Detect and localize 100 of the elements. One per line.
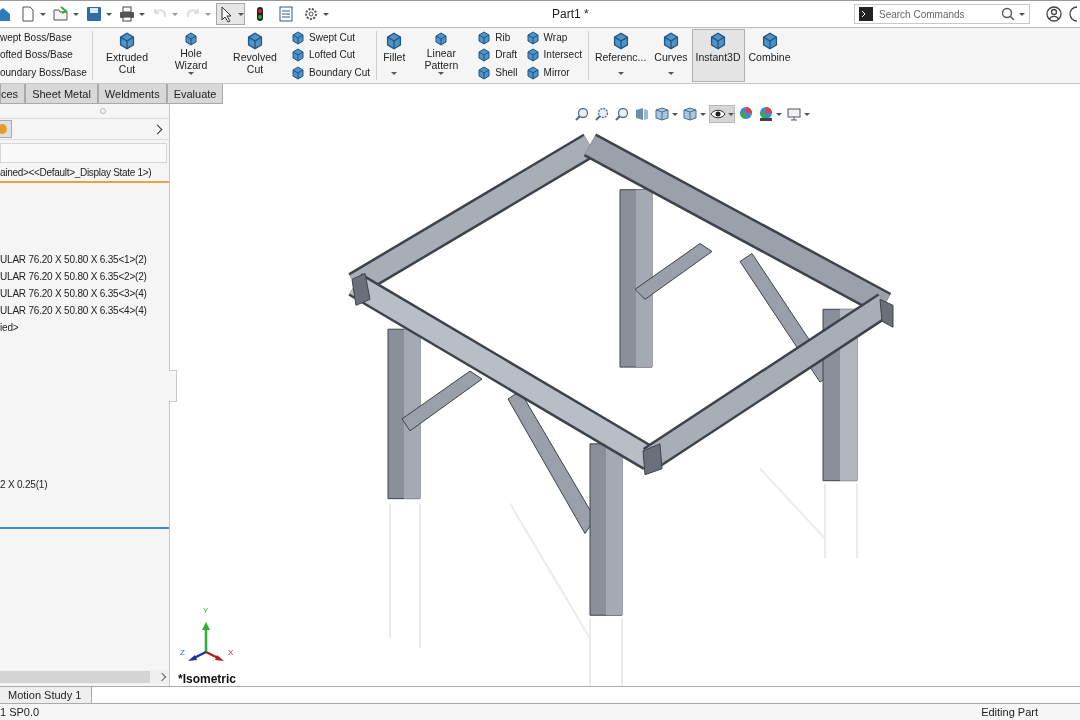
cube-icon (760, 32, 779, 50)
list-icon (277, 5, 295, 23)
cube-icon (477, 66, 492, 81)
settings-icon (302, 5, 320, 23)
tab[interactable]: Sheet Metal (25, 84, 98, 104)
ribbon-command[interactable]: Wrap (525, 29, 582, 46)
ribbon-command[interactable]: Shell (477, 65, 518, 82)
axis-label: Y (203, 606, 209, 615)
tab[interactable]: Evaluate (166, 84, 224, 104)
cube-icon (118, 32, 136, 50)
terminal-icon (859, 7, 873, 21)
caret-icon (804, 112, 810, 116)
caret-icon[interactable] (188, 72, 194, 75)
ribbon-command[interactable]: Instant3D (691, 29, 745, 82)
caret-icon (323, 12, 329, 16)
toolbar-button[interactable] (216, 3, 245, 25)
cube-icon (525, 30, 540, 45)
ribbon-command[interactable]: Extruded Cut (95, 29, 159, 82)
cube-icon (291, 48, 305, 63)
caret-icon (106, 12, 112, 16)
ribbon-command[interactable]: ofted Boss/Base (0, 47, 86, 64)
view-toolbar-button[interactable] (709, 105, 735, 123)
help-icon[interactable] (1069, 6, 1077, 22)
ribbon-command[interactable]: Revolved Cut (223, 29, 287, 82)
window-title: Part1 * (552, 7, 590, 21)
cube-icon (477, 48, 492, 63)
caret-icon (172, 12, 178, 16)
caret-icon[interactable] (667, 72, 674, 75)
tree-item[interactable]: ULAR 76.20 X 50.80 X 6.35<2>(2) (0, 268, 169, 285)
horizontal-scrollbar[interactable] (0, 670, 169, 684)
view-name-label: *Isometric (178, 672, 237, 686)
search-field[interactable]: Search Commands (854, 4, 1030, 24)
status-text: 1 SP0.0 (0, 706, 40, 718)
caret-icon[interactable] (617, 72, 624, 75)
panel-collapse-handle[interactable] (169, 370, 177, 402)
cube-icon (385, 32, 404, 50)
caret-icon (776, 112, 782, 116)
ribbon-command[interactable]: Draft (477, 47, 518, 64)
tree-item[interactable]: ULAR 76.20 X 50.80 X 6.35<4>(4) (0, 302, 169, 319)
cube-icon (709, 32, 728, 50)
tab[interactable]: Weldments (97, 84, 167, 104)
color-ball-icon (738, 106, 754, 122)
caret-icon[interactable] (1019, 12, 1025, 16)
caret-icon[interactable] (391, 72, 398, 75)
folder-icon (52, 5, 70, 23)
view-toolbar-button[interactable] (757, 105, 783, 123)
ribbon-command[interactable]: Boundary Cut (291, 65, 371, 82)
zoom-back-icon (614, 106, 630, 122)
tree-item[interactable]: ULAR 76.20 X 50.80 X 6.35<3>(4) (0, 285, 169, 302)
ribbon-command[interactable]: wept Boss/Base (0, 29, 86, 46)
toolbar-button[interactable] (117, 3, 146, 25)
ribbon-command[interactable]: Lofted Cut (291, 47, 371, 64)
cube-icon (477, 30, 492, 45)
tab[interactable]: Motion Study 1 (0, 687, 93, 703)
ribbon-command[interactable]: Referenc... (590, 29, 651, 82)
cube-icon (525, 48, 540, 63)
document-icon (19, 5, 37, 23)
ribbon-command[interactable]: Swept Cut (291, 29, 371, 46)
ribbon-command[interactable]: Linear Pattern (409, 29, 474, 82)
caret-icon (205, 12, 211, 16)
ribbon-command[interactable]: Rib (477, 29, 518, 46)
section-view-icon (634, 106, 650, 122)
cube-icon (525, 66, 540, 81)
ribbon-command[interactable]: Intersect (525, 47, 582, 64)
status-text: Editing Part (981, 706, 1038, 718)
caret-icon (700, 112, 706, 116)
ribbon-command[interactable]: Combine (744, 29, 795, 82)
cube-icon (661, 32, 680, 50)
cube-icon (611, 32, 630, 50)
filter-field[interactable] (0, 143, 167, 163)
ribbon-command[interactable]: Hole Wizard (159, 29, 223, 82)
tree-item[interactable]: ied> (0, 319, 169, 336)
search-input[interactable]: Search Commands (877, 7, 997, 21)
ribbon-command[interactable]: oundary Boss/Base (0, 65, 86, 82)
tab[interactable]: ces (0, 84, 26, 104)
zoom-area-icon (594, 106, 610, 122)
ribbon-command[interactable]: Curves (650, 29, 692, 82)
tree-item[interactable]: ULAR 76.20 X 50.80 X 6.35<1>(2) (0, 251, 169, 268)
cube-icon (246, 32, 264, 50)
cube-icon (291, 30, 305, 45)
tree-item[interactable]: ained><<Default>_Display State 1>) (0, 165, 169, 183)
axis-label: Z (180, 648, 185, 657)
user-icon[interactable] (1046, 6, 1062, 22)
caret-icon (672, 112, 678, 116)
ribbon-command[interactable]: Fillet (379, 29, 410, 82)
scene-icon (758, 106, 774, 122)
caret-icon (139, 12, 145, 16)
save-icon (85, 5, 103, 23)
search-icon[interactable] (1001, 7, 1015, 21)
cube-icon (654, 106, 670, 122)
axis-label: X (228, 648, 234, 657)
tree-item[interactable]: 2 X 0.25(1) (0, 476, 169, 493)
caret-icon (40, 12, 46, 16)
cube-icon (182, 32, 200, 46)
caret-icon (73, 12, 79, 16)
caret-icon[interactable] (438, 72, 445, 75)
caret-icon (728, 112, 734, 116)
ribbon-command[interactable]: Mirror (525, 65, 582, 82)
caret-icon (238, 12, 244, 16)
cube-icon (291, 66, 305, 81)
